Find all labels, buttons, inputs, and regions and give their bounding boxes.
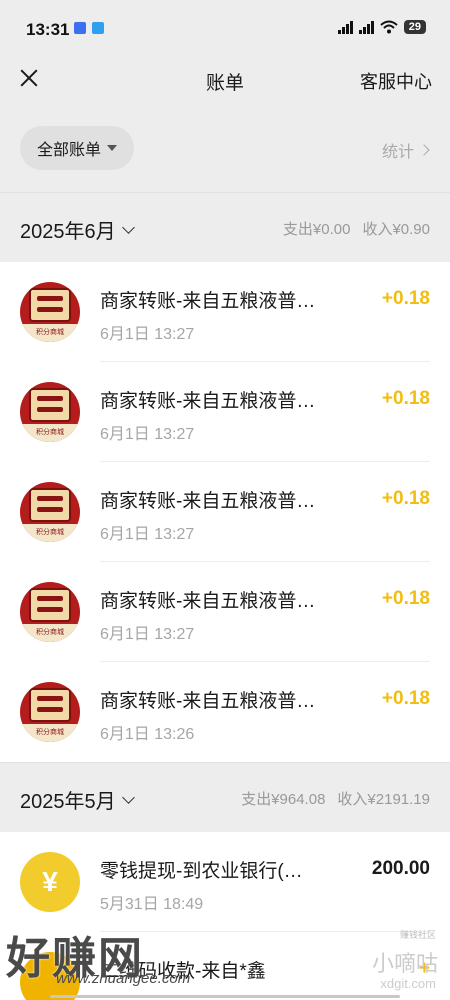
yuan-coin-icon: ¥ bbox=[20, 852, 80, 912]
transaction-list-may: ¥ 零钱提现-到农业银行(… 5月31日 18:49 200.00 二维码收款-… bbox=[0, 832, 450, 1000]
month-header-june[interactable]: 2025年6月 支出¥0.00 收入¥0.90 bbox=[0, 192, 450, 262]
transaction-time: 6月1日 13:27 bbox=[100, 326, 195, 343]
wuliangye-logo-icon: 积分商城 bbox=[20, 382, 80, 442]
transaction-row[interactable]: ¥ 零钱提现-到农业银行(… 5月31日 18:49 200.00 bbox=[0, 832, 450, 932]
battery-icon: 29 bbox=[403, 20, 426, 34]
month-label: 2025年6月 bbox=[20, 221, 116, 243]
status-notification-icons bbox=[74, 22, 104, 34]
transaction-title: 商家转账-来自五粮液普… bbox=[100, 591, 316, 612]
caret-down-icon bbox=[107, 145, 117, 151]
status-bar: 13:31 29 bbox=[0, 0, 450, 60]
transaction-time: 5月31日 18:49 bbox=[100, 896, 204, 913]
status-time: 13:31 bbox=[26, 20, 70, 39]
transaction-amount: +0.18 bbox=[381, 488, 430, 509]
wuliangye-logo-icon: 积分商城 bbox=[20, 682, 80, 742]
customer-service-button[interactable]: 客服中心 bbox=[360, 68, 432, 94]
month-selector[interactable]: 2025年6月 bbox=[20, 215, 135, 244]
status-right-group: 29 bbox=[337, 20, 426, 34]
transaction-time: 6月1日 13:27 bbox=[100, 526, 195, 543]
transaction-title: 商家转账-来自五粮液普… bbox=[100, 691, 316, 712]
month-expense: 支出¥0.00 bbox=[282, 221, 351, 238]
transaction-amount: +0.18 bbox=[381, 288, 430, 309]
transaction-time: 6月1日 13:26 bbox=[100, 726, 195, 743]
signal-5g-icon bbox=[337, 20, 353, 34]
month-summary: 支出¥964.08 收入¥2191.19 bbox=[241, 788, 430, 809]
wifi-icon bbox=[380, 20, 398, 34]
month-selector[interactable]: 2025年5月 bbox=[20, 785, 135, 814]
signal-5g-icon bbox=[358, 20, 374, 34]
month-expense: 支出¥964.08 bbox=[241, 791, 326, 808]
transaction-row[interactable]: 积分商城 商家转账-来自五粮液普… 6月1日 13:27 +0.18 bbox=[0, 262, 450, 362]
transaction-amount: +0.18 bbox=[381, 688, 430, 709]
transaction-title: 零钱提现-到农业银行(… bbox=[100, 861, 303, 882]
transaction-amount: 200.00 bbox=[371, 858, 430, 879]
statistics-link[interactable]: 统计 bbox=[381, 138, 430, 162]
transaction-amount: + bbox=[418, 958, 430, 979]
transaction-row[interactable]: 二维码收款-来自*鑫 + bbox=[0, 932, 450, 1000]
transaction-amount: +0.18 bbox=[381, 588, 430, 609]
month-income: 收入¥2191.19 bbox=[337, 791, 430, 808]
transaction-amount: +0.18 bbox=[381, 388, 430, 409]
chevron-right-icon bbox=[418, 144, 430, 156]
wuliangye-logo-icon: 积分商城 bbox=[20, 282, 80, 342]
wuliangye-logo-icon: 积分商城 bbox=[20, 482, 80, 542]
transaction-row[interactable]: 积分商城 商家转账-来自五粮液普… 6月1日 13:27 +0.18 bbox=[0, 362, 450, 462]
all-bills-label: 全部账单 bbox=[36, 142, 101, 159]
chevron-down-icon bbox=[121, 791, 135, 804]
notification-app-icon bbox=[74, 22, 86, 34]
all-bills-dropdown[interactable]: 全部账单 bbox=[20, 126, 134, 170]
transaction-row[interactable]: 积分商城 商家转账-来自五粮液普… 6月1日 13:26 +0.18 bbox=[0, 662, 450, 762]
month-header-may[interactable]: 2025年5月 支出¥964.08 收入¥2191.19 bbox=[0, 762, 450, 832]
transaction-row[interactable]: 积分商城 商家转账-来自五粮液普… 6月1日 13:27 +0.18 bbox=[0, 462, 450, 562]
month-label: 2025年5月 bbox=[20, 791, 116, 813]
chevron-down-icon bbox=[121, 221, 135, 234]
month-summary: 支出¥0.00 收入¥0.90 bbox=[283, 218, 430, 239]
transaction-title: 商家转账-来自五粮液普… bbox=[100, 491, 316, 512]
notification-app-icon bbox=[92, 22, 104, 34]
transaction-title: 商家转账-来自五粮液普… bbox=[100, 291, 316, 312]
transaction-title: 二维码收款-来自*鑫 bbox=[100, 961, 266, 982]
transaction-list-june: 积分商城 商家转账-来自五粮液普… 6月1日 13:27 +0.18 积分商城 … bbox=[0, 262, 450, 762]
transaction-row[interactable]: 积分商城 商家转账-来自五粮液普… 6月1日 13:27 +0.18 bbox=[0, 562, 450, 662]
statistics-label: 统计 bbox=[381, 144, 414, 161]
transaction-time: 6月1日 13:27 bbox=[100, 426, 195, 443]
wuliangye-logo-icon: 积分商城 bbox=[20, 582, 80, 642]
transaction-time: 6月1日 13:27 bbox=[100, 626, 195, 643]
month-income: 收入¥0.90 bbox=[362, 221, 430, 238]
qr-receipt-icon bbox=[20, 952, 80, 1000]
nav-bar: 账单 客服中心 bbox=[0, 60, 450, 100]
filter-bar: 全部账单 统计 bbox=[0, 100, 450, 192]
transaction-title: 商家转账-来自五粮液普… bbox=[100, 391, 316, 412]
